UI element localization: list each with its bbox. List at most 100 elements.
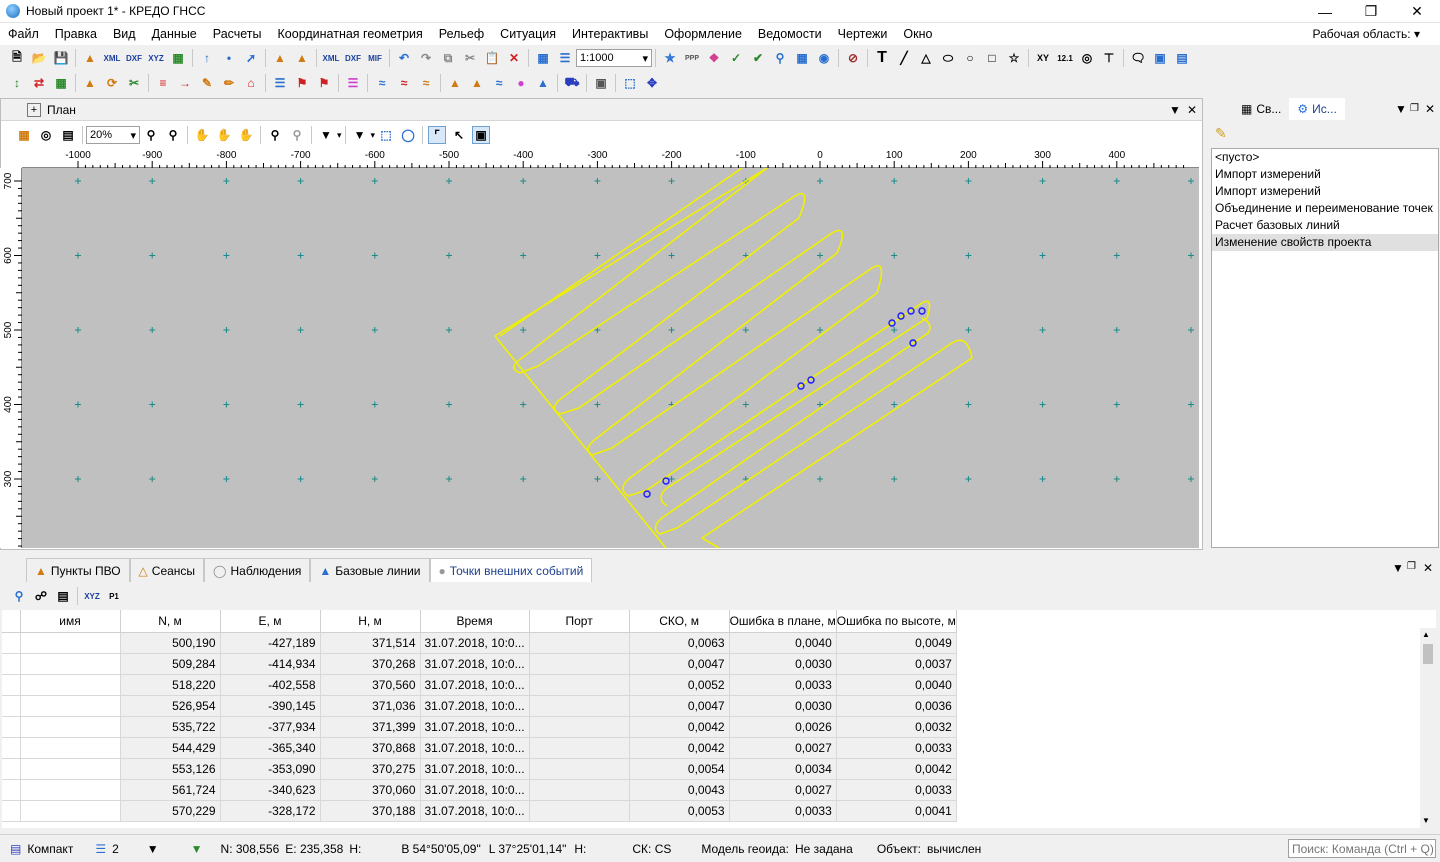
chevron-down-icon[interactable]: ▼ <box>1169 99 1181 121</box>
pan-hand-icon[interactable]: ✋ <box>193 126 211 144</box>
import-dxf-icon[interactable]: DXF <box>125 49 143 67</box>
table-row[interactable]: 570,229 -328,172 370,188 31.07.2018, 10:0..… <box>2 800 957 822</box>
ellipse-icon[interactable]: ⬭ <box>939 49 957 67</box>
cell-name[interactable] <box>20 800 121 822</box>
cell-rms[interactable]: 0,0052 <box>629 674 730 696</box>
adjust-2-icon[interactable]: ✔ <box>749 49 767 67</box>
cell-e[interactable]: -414,934 <box>220 653 321 675</box>
vertical-scrollbar[interactable]: ▲ ▼ <box>1420 628 1436 828</box>
history-item[interactable]: Объединение и переименование точек <box>1212 200 1438 217</box>
column-header-h[interactable]: H, м <box>320 610 421 633</box>
cell-h[interactable]: 370,268 <box>320 653 421 675</box>
circle-icon[interactable]: ○ <box>961 49 979 67</box>
menu-situation[interactable]: Ситуация <box>492 23 564 45</box>
row-header[interactable] <box>2 653 21 675</box>
chevron-down-icon[interactable]: ▼ <box>1395 98 1407 120</box>
rect-select-icon[interactable]: ⬚ <box>377 126 395 144</box>
cell-port[interactable] <box>529 737 630 759</box>
cell-plan-error[interactable]: 0,0030 <box>729 653 837 675</box>
signal-icon[interactable]: ☰ <box>344 74 362 92</box>
pan-hand-3-icon[interactable]: ✋ <box>237 126 255 144</box>
cell-name[interactable] <box>20 779 121 801</box>
cell-port[interactable] <box>529 800 630 822</box>
menu-drawings[interactable]: Чертежи <box>830 23 896 45</box>
tab-pvo-points[interactable]: ▲ Пункты ПВО <box>26 558 130 582</box>
table-icon[interactable]: ▦ <box>534 49 552 67</box>
cell-n[interactable]: 518,220 <box>120 674 221 696</box>
cell-rms[interactable]: 0,0047 <box>629 695 730 717</box>
menu-data[interactable]: Данные <box>144 23 205 45</box>
filter-2-icon[interactable]: ▼ <box>191 842 203 856</box>
cell-height-error[interactable]: 0,0033 <box>836 779 957 801</box>
cell-h[interactable]: 371,399 <box>320 716 421 738</box>
layers-icon[interactable]: ☰ <box>556 49 574 67</box>
cell-height-error[interactable]: 0,0037 <box>836 653 957 675</box>
menu-layout[interactable]: Оформление <box>656 23 750 45</box>
frame-2-icon[interactable]: ▤ <box>1173 49 1191 67</box>
cell-time[interactable]: 31.07.2018, 10:0... <box>420 653 530 675</box>
wave-icon[interactable]: ≈ <box>373 74 391 92</box>
cell-e[interactable]: -328,172 <box>220 800 321 822</box>
flag-icon[interactable]: ⚑ <box>293 74 311 92</box>
cell-n[interactable]: 500,190 <box>120 632 221 654</box>
cell-time[interactable]: 31.07.2018, 10:0... <box>420 737 530 759</box>
polyline-icon[interactable]: ╱ <box>895 49 913 67</box>
cell-h[interactable]: 370,060 <box>320 779 421 801</box>
pencil-icon[interactable]: ✎ <box>198 74 216 92</box>
cell-port[interactable] <box>529 653 630 675</box>
menu-calculations[interactable]: Расчеты <box>205 23 270 45</box>
satellite-icon[interactable]: ◉ <box>815 49 833 67</box>
menu-relief[interactable]: Рельеф <box>431 23 492 45</box>
history-list[interactable]: <пусто> Импорт измерений Импорт измерени… <box>1211 148 1439 548</box>
menu-reports[interactable]: Ведомости <box>750 23 830 45</box>
menu-view[interactable]: Вид <box>105 23 144 45</box>
close-icon[interactable]: ✕ <box>1425 98 1435 120</box>
export-mif-icon[interactable]: MIF <box>366 49 384 67</box>
wave-3-icon[interactable]: ≈ <box>417 74 435 92</box>
new-file-icon[interactable]: 🗎 <box>8 49 26 67</box>
row-header[interactable] <box>2 758 21 780</box>
callout-icon[interactable]: 🗨 <box>1129 49 1147 67</box>
xy-icon[interactable]: XY <box>1034 49 1052 67</box>
cell-name[interactable] <box>20 758 121 780</box>
cell-h[interactable]: 370,560 <box>320 674 421 696</box>
chevron-down-icon[interactable]: ▼ <box>1392 561 1404 575</box>
row-header[interactable] <box>2 779 21 801</box>
close-icon[interactable]: ✕ <box>1187 99 1197 121</box>
layers-icon[interactable]: ☰ <box>95 842 106 856</box>
cell-rms[interactable]: 0,0047 <box>629 653 730 675</box>
row-header[interactable] <box>2 674 21 696</box>
plus-icon[interactable]: + <box>27 102 41 117</box>
zoom-window-icon[interactable]: ⚲ <box>266 126 284 144</box>
column-header-plan-error[interactable]: Ошибка в плане, м <box>729 610 837 633</box>
scissors-icon[interactable]: ✂ <box>125 74 143 92</box>
table-row[interactable]: 526,954 -390,145 371,036 31.07.2018, 10:0..… <box>2 695 957 717</box>
cell-e[interactable]: -402,558 <box>220 674 321 696</box>
calc-icon[interactable]: ✯ <box>661 49 679 67</box>
people-2-icon[interactable]: ▲ <box>468 74 486 92</box>
table-view-icon[interactable]: ▤ <box>54 587 72 605</box>
cell-n[interactable]: 561,724 <box>120 779 221 801</box>
menu-file[interactable]: Файл <box>0 23 47 45</box>
cell-n[interactable]: 570,229 <box>120 800 221 822</box>
cell-time[interactable]: 31.07.2018, 10:0... <box>420 800 530 822</box>
network-icon[interactable]: ❖ <box>705 49 723 67</box>
lasso-icon[interactable]: ◯ <box>399 126 417 144</box>
rectangle-icon[interactable]: □ <box>983 49 1001 67</box>
cell-rms[interactable]: 0,0053 <box>629 800 730 822</box>
point-up-icon[interactable]: ↑ <box>198 49 216 67</box>
cell-port[interactable] <box>529 674 630 696</box>
no-entry-icon[interactable]: ⊘ <box>844 49 862 67</box>
tab-properties[interactable]: ▦ Св... <box>1233 98 1289 120</box>
row-header[interactable] <box>2 632 21 654</box>
zoom-out-icon[interactable]: ⚲ <box>142 126 160 144</box>
cell-name[interactable] <box>20 674 121 696</box>
people-icon[interactable]: ▲ <box>446 74 464 92</box>
export-icon[interactable]: ▦ <box>169 49 187 67</box>
row-header[interactable] <box>2 695 21 717</box>
menu-window[interactable]: Окно <box>895 23 940 45</box>
status-mode[interactable]: Компакт <box>27 842 73 856</box>
select-icon[interactable]: ▦ <box>15 126 33 144</box>
command-search-input[interactable] <box>1288 839 1436 858</box>
move-icon[interactable]: ▦ <box>52 74 70 92</box>
